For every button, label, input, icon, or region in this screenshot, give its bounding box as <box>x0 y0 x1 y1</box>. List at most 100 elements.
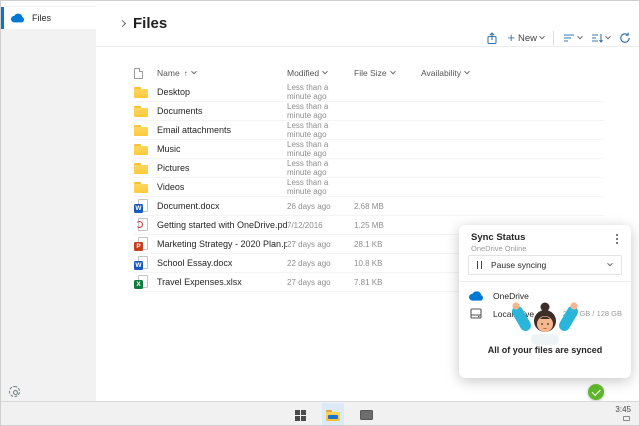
toolbar-divider <box>553 31 554 45</box>
file-name: Marketing Strategy - 2020 Plan.pptx <box>157 239 287 249</box>
plus-icon: + <box>507 33 515 43</box>
windows-logo-icon <box>295 410 306 421</box>
file-name: Videos <box>157 182 287 192</box>
chevron-down-icon <box>191 69 197 75</box>
file-name: Pictures <box>157 163 287 173</box>
folder-icon <box>134 123 148 137</box>
onedrive-cloud-icon <box>10 13 25 23</box>
breadcrumb-chevron-icon[interactable] <box>119 20 126 27</box>
file-modified: Less than a minute ago <box>287 140 354 158</box>
table-row[interactable]: Email attachmentsLess than a minute ago <box>134 121 604 140</box>
word-icon: W <box>134 199 148 213</box>
file-size: 2.68 MB <box>354 202 421 211</box>
document-icon <box>134 68 143 79</box>
onedrive-app-window: Files Files + New <box>0 0 640 426</box>
share-button[interactable] <box>486 32 498 45</box>
onedrive-cloud-icon <box>468 291 484 301</box>
sidebar-item-files[interactable]: Files <box>1 7 96 29</box>
chevron-down-icon <box>390 69 396 75</box>
file-modified: Less than a minute ago <box>287 121 354 139</box>
panel-divider <box>459 281 631 282</box>
pause-syncing-label: Pause syncing <box>491 260 608 270</box>
column-file-size[interactable]: File Size <box>354 68 421 78</box>
table-row[interactable]: W Document.docx26 days ago2.68 MB <box>134 197 604 216</box>
clock-time: 3:45 <box>615 405 631 414</box>
powerpoint-icon: P <box>134 237 148 251</box>
chevron-down-icon <box>539 34 545 40</box>
sort-button[interactable] <box>591 33 610 43</box>
taskbar: 3:45 <box>1 401 640 426</box>
selected-accent-bar <box>1 7 4 29</box>
sidebar: Files <box>1 6 96 401</box>
file-name: Email attachments <box>157 125 287 135</box>
table-row[interactable]: VideosLess than a minute ago <box>134 178 604 197</box>
list-view-icon <box>563 33 575 43</box>
table-row[interactable]: PicturesLess than a minute ago <box>134 159 604 178</box>
local-drive-icon <box>468 308 484 319</box>
file-modified: 27 days ago <box>287 240 354 249</box>
column-modified[interactable]: Modified <box>287 68 354 78</box>
sync-panel-title: Sync Status <box>471 232 525 243</box>
pdf-icon <box>134 218 148 232</box>
file-name: Document.docx <box>157 201 287 211</box>
synced-check-button[interactable] <box>588 384 604 400</box>
folder-icon <box>134 104 148 118</box>
file-name: Music <box>157 144 287 154</box>
table-row[interactable]: DocumentsLess than a minute ago <box>134 102 604 121</box>
word-icon: W <box>134 256 148 270</box>
chevron-down-icon <box>464 69 470 75</box>
chevron-down-icon <box>577 34 583 40</box>
person-celebrating-illustration <box>509 301 581 345</box>
chevron-down-icon <box>322 69 328 75</box>
more-options-icon[interactable] <box>616 238 618 240</box>
refresh-icon <box>619 32 631 44</box>
folder-icon <box>134 142 148 156</box>
app-window-button[interactable] <box>355 403 377 426</box>
taskbar-icons <box>289 402 377 426</box>
file-size: 1.25 MB <box>354 221 421 230</box>
new-button-label: New <box>518 33 537 44</box>
file-modified: 7/12/2016 <box>287 221 354 230</box>
sync-status-message: All of your files are synced <box>459 345 631 355</box>
file-name: Getting started with OneDrive.pdf <box>157 220 287 230</box>
share-icon <box>486 32 498 45</box>
new-button[interactable]: + New <box>507 33 544 44</box>
sort-ascending-icon: ↑ <box>184 69 188 78</box>
sort-icon <box>591 33 603 43</box>
settings-gear-icon[interactable] <box>9 386 20 397</box>
app-window-icon <box>360 410 373 420</box>
folder-icon <box>134 161 148 175</box>
file-name: Desktop <box>157 87 287 97</box>
file-size: 28.1 KB <box>354 240 421 249</box>
view-options-button[interactable] <box>563 33 582 43</box>
file-modified: Less than a minute ago <box>287 102 354 120</box>
file-name: Documents <box>157 106 287 116</box>
tray-icon <box>623 416 630 421</box>
system-clock[interactable]: 3:45 <box>615 405 631 421</box>
file-modified: Less than a minute ago <box>287 83 354 101</box>
pause-syncing-dropdown[interactable]: Pause syncing <box>468 255 622 275</box>
file-modified: 22 days ago <box>287 259 354 268</box>
file-name: Travel Expenses.xlsx <box>157 277 287 287</box>
column-name[interactable]: Name ↑ <box>157 68 287 78</box>
excel-icon: X <box>134 275 148 289</box>
refresh-button[interactable] <box>619 32 631 44</box>
table-row[interactable]: DesktopLess than a minute ago <box>134 83 604 102</box>
file-modified: 26 days ago <box>287 202 354 211</box>
page-title: Files <box>133 15 167 32</box>
folder-icon <box>134 180 148 194</box>
column-availability[interactable]: Availability <box>421 68 501 78</box>
file-size: 10.8 KB <box>354 259 421 268</box>
chevron-down-icon <box>605 34 611 40</box>
main-header: Files + New <box>96 6 640 47</box>
sidebar-item-label: Files <box>32 13 51 23</box>
drive-label: OneDrive <box>493 291 622 301</box>
file-modified: Less than a minute ago <box>287 159 354 177</box>
file-explorer-button[interactable] <box>322 403 344 426</box>
chevron-down-icon <box>607 261 613 267</box>
file-explorer-icon <box>326 410 340 421</box>
file-modified: Less than a minute ago <box>287 178 354 196</box>
start-button[interactable] <box>289 403 311 426</box>
table-row[interactable]: MusicLess than a minute ago <box>134 140 604 159</box>
file-size: 7.81 KB <box>354 278 421 287</box>
